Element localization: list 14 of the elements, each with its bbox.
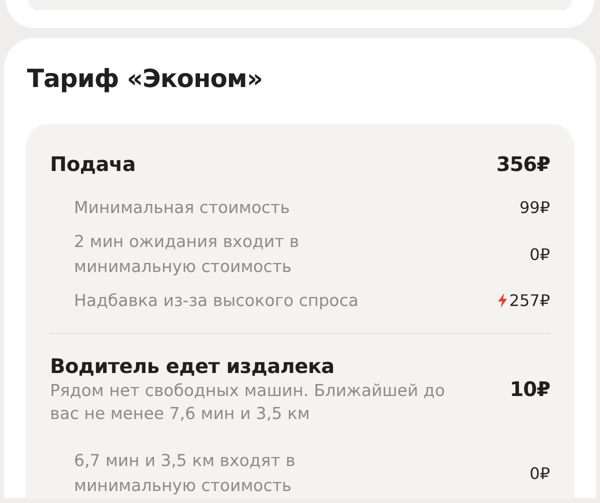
item-price: 0₽ [530, 244, 550, 264]
item-label: Надбавка из-за высокого спроса [74, 290, 360, 312]
item-label: Минимальная стоимость [74, 197, 291, 219]
item-label: 6,7 мин и 3,5 км входят в минимальную стоимость [74, 450, 296, 497]
section-title: Водитель едет издалека [50, 353, 336, 379]
item-label: 2 мин ожидания входит в минимальную стоимость [74, 231, 300, 278]
tariff-title: Тариф «Эконом» [27, 64, 264, 94]
item-price: 99₽ [519, 198, 550, 217]
item-price: 257₽ [509, 291, 550, 310]
item-price: 0₽ [530, 464, 550, 482]
section-title: Подача [50, 151, 136, 177]
section-description: Рядом нет свободных машин. Ближайшей до вас не менее 7,6 мин и 3,5 км [50, 380, 446, 425]
section-price: 356₽ [496, 152, 550, 176]
section-price: 10₽ [510, 377, 550, 401]
